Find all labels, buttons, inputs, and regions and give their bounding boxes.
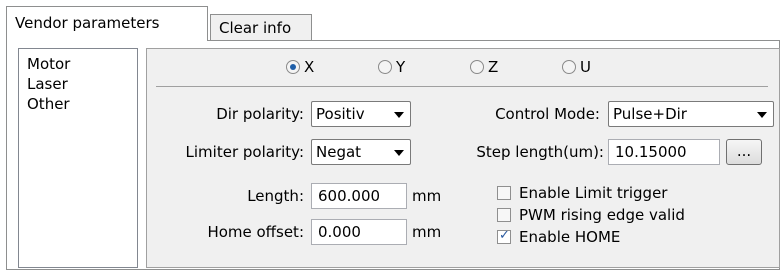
axis-separator — [156, 86, 768, 87]
limiter-polarity-select[interactable]: Negat — [311, 139, 411, 165]
home-offset-label: Home offset: — [207, 223, 304, 241]
enable-home-label: Enable HOME — [519, 228, 621, 246]
step-length-value: 10.15000 — [615, 143, 687, 161]
step-length-browse-button[interactable]: ... — [726, 139, 762, 165]
step-length-label: Step length(um): — [476, 143, 604, 161]
length-unit: mm — [412, 187, 442, 205]
radio-label-y: Y — [396, 58, 406, 76]
dir-polarity-select[interactable]: Positiv — [311, 101, 411, 127]
tab-vendor-parameters[interactable]: Vendor parameters — [6, 6, 208, 41]
step-length-input[interactable]: 10.15000 — [608, 139, 720, 165]
radio-label-z: Z — [488, 58, 499, 76]
control-mode-value: Pulse+Dir — [613, 105, 687, 123]
length-value: 600.000 — [318, 187, 381, 205]
radio-axis-x[interactable] — [286, 60, 300, 74]
category-list[interactable]: Motor Laser Other — [18, 48, 138, 268]
radio-label-u: U — [580, 58, 591, 76]
pwm-rising-edge-checkbox[interactable] — [497, 208, 511, 222]
home-offset-input[interactable]: 0.000 — [311, 219, 407, 245]
list-item-other[interactable]: Other — [27, 95, 70, 113]
tab-clear-info[interactable]: Clear info — [210, 14, 312, 41]
radio-axis-u[interactable] — [562, 60, 576, 74]
limiter-polarity-label: Limiter polarity: — [185, 143, 304, 161]
length-label: Length: — [247, 187, 304, 205]
list-item-laser[interactable]: Laser — [27, 75, 68, 93]
limiter-polarity-value: Negat — [316, 143, 362, 161]
control-mode-select[interactable]: Pulse+Dir — [608, 101, 774, 127]
chevron-down-icon — [394, 150, 404, 156]
home-offset-unit: mm — [412, 223, 442, 241]
enable-home-checkbox[interactable] — [497, 228, 511, 244]
enable-limit-trigger-label: Enable Limit trigger — [519, 184, 668, 202]
radio-label-x: X — [304, 58, 315, 76]
tab-label: Vendor parameters — [15, 14, 160, 32]
chevron-down-icon — [757, 112, 767, 118]
pwm-rising-edge-label: PWM rising edge valid — [519, 206, 685, 224]
control-mode-label: Control Mode: — [495, 105, 600, 123]
length-input[interactable]: 600.000 — [311, 183, 407, 209]
enable-limit-trigger-checkbox[interactable] — [497, 186, 511, 200]
radio-axis-z[interactable] — [470, 60, 484, 74]
radio-axis-y[interactable] — [378, 60, 392, 74]
list-item-motor[interactable]: Motor — [27, 55, 70, 73]
dir-polarity-value: Positiv — [316, 105, 365, 123]
home-offset-value: 0.000 — [318, 223, 361, 241]
dir-polarity-label: Dir polarity: — [216, 105, 304, 123]
chevron-down-icon — [394, 112, 404, 118]
tab-label: Clear info — [219, 19, 292, 37]
